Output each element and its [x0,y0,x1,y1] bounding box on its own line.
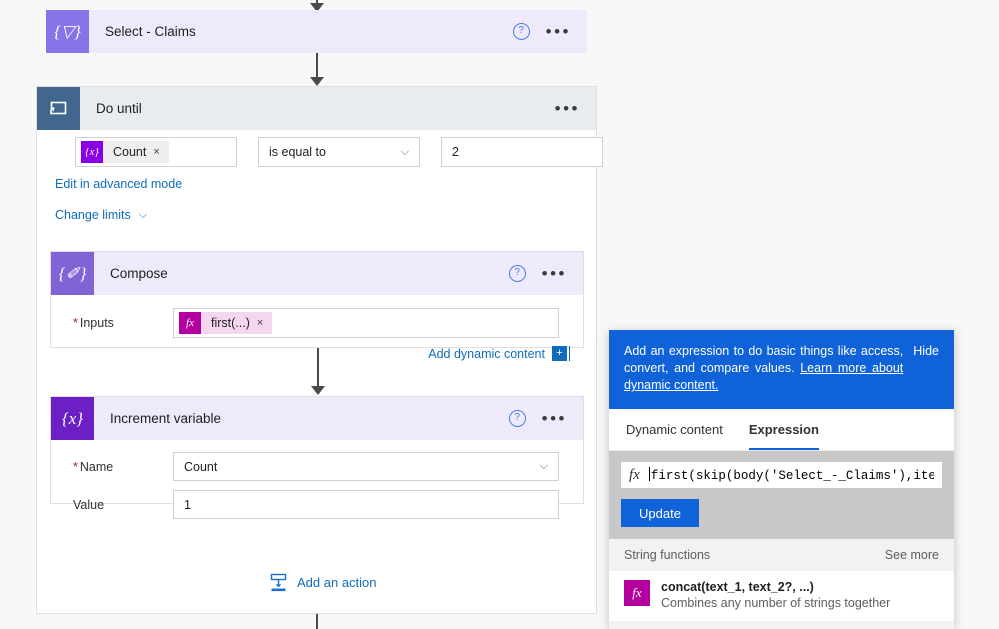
condition-value-input[interactable]: 2 [441,137,603,167]
header-actions: ? ••• [512,23,587,40]
panel-tabs: Dynamic content Expression [609,409,954,451]
hide-banner-button[interactable]: Hide [913,343,939,360]
more-options-icon[interactable]: ••• [542,410,567,427]
action-card-header: {▽} Select - Claims ? ••• [46,10,587,53]
add-an-action-button[interactable]: Add an action [269,573,377,592]
change-limits-toggle[interactable]: Change limits ⌵ [55,208,147,222]
change-limits-label: Change limits [55,208,131,222]
compose-title: Compose [110,266,168,281]
expression-panel: Add an expression to do basic things lik… [609,330,954,629]
connector-line-compose-to-increment [317,348,319,388]
help-icon[interactable]: ? [508,265,526,282]
loop-icon [37,87,80,130]
compose-inputs-row: Inputs fx first(...) × [51,308,583,338]
connector-line-select-to-dountil [316,53,318,79]
condition-value-text: 2 [452,145,459,159]
more-options-icon[interactable]: ••• [542,265,567,282]
chevron-down-icon: ⌵ [400,145,409,158]
condition-operator-value: is equal to [269,145,326,159]
add-dynamic-content-label: Add dynamic content [428,346,545,361]
increment-title: Increment variable [110,411,222,426]
text-caret [648,467,650,481]
expression-input-text: first(skip(body('Select_-_Claims'),itera… [648,467,934,483]
expression-input[interactable]: fx first(skip(body('Select_-_Claims'),it… [621,462,942,488]
see-more-link[interactable]: See more [885,548,939,562]
add-dynamic-content-link[interactable]: Add dynamic content + [51,346,570,361]
variable-icon: {x} [51,397,94,440]
remove-token-icon[interactable]: × [257,317,263,329]
chevron-down-icon: ⌵ [539,460,548,472]
do-until-title: Do until [96,101,142,116]
function-description: Combines any number of strings together [661,596,891,610]
condition-token-field[interactable]: {x} Count × [75,137,237,167]
connector-line-bottom [316,614,318,629]
action-card-increment-variable[interactable]: {x} Increment variable ? ••• Name Count … [50,396,584,519]
function-group-collection: Collection See more [609,621,954,629]
update-button[interactable]: Update [621,499,699,527]
more-options-icon[interactable]: ••• [546,23,571,40]
variable-token-body: Count × [103,141,169,163]
do-until-header: Do until ••• [37,87,596,130]
add-action-icon [270,573,287,592]
compose-pencil-icon: {✐} [51,252,94,295]
flow-designer-canvas: {▽} Select - Claims ? ••• Do until ••• {… [0,0,999,629]
action-card-select-claims[interactable]: {▽} Select - Claims ? ••• [46,10,587,53]
connector-arrow-increment [311,386,325,395]
more-options-icon[interactable]: ••• [555,100,580,117]
expression-token-body: first(...) × [201,312,273,334]
expression-token-label: first(...) [211,316,250,330]
do-until-header-actions: ••• [555,100,596,117]
increment-name-value: Count [184,459,218,474]
do-until-condition-row: {x} Count × is equal to ⌵ 2 [75,137,603,167]
fx-icon: fx [179,312,201,334]
increment-value-input[interactable]: 1 [173,490,559,519]
increment-name-label: Name [73,460,173,474]
expression-value: first(skip(body('Select_-_Claims'),itera… [650,469,934,483]
add-an-action-label: Add an action [297,575,377,590]
increment-value-text: 1 [184,497,191,512]
select-filter-icon: {▽} [46,10,89,53]
variable-token-chip[interactable]: {x} Count × [81,141,169,163]
compose-header-actions: ? ••• [508,265,583,282]
increment-name-dropdown[interactable]: Count ⌵ [173,452,559,481]
compose-inputs-field[interactable]: fx first(...) × [173,308,559,338]
panel-banner-text: Add an expression to do basic things lik… [624,343,903,394]
variable-icon: {x} [81,141,103,163]
help-icon[interactable]: ? [512,23,530,40]
function-signature: concat(text_1, text_2?, ...) [661,580,814,594]
expression-editor-area: fx first(skip(body('Select_-_Claims'),it… [609,451,954,539]
increment-value-label: Value [73,497,105,512]
action-card-compose[interactable]: {✐} Compose ? ••• Inputs fx first(...) × [50,251,584,361]
tab-expression[interactable]: Expression [748,409,819,450]
increment-header-actions: ? ••• [508,410,583,427]
function-group-name: String functions [624,548,711,562]
function-group-string: String functions See more fx concat(text… [609,539,954,621]
action-title: Select - Claims [105,24,196,39]
tab-dynamic-content[interactable]: Dynamic content [626,409,723,450]
increment-name-row: Name Count ⌵ [51,452,583,481]
compose-inputs-label: Inputs [73,316,173,330]
function-group-header: Collection See more [609,621,954,629]
increment-value-row: Value 1 [51,490,583,519]
condition-operator-dropdown[interactable]: is equal to ⌵ [258,137,420,167]
fx-icon: fx [629,466,640,483]
action-card-do-until[interactable]: Do until ••• {x} Count × is equal to ⌵ 2… [36,86,603,614]
help-icon[interactable]: ? [508,410,526,427]
panel-info-banner: Add an expression to do basic things lik… [609,330,954,409]
fx-icon: fx [624,580,650,606]
edit-in-advanced-mode-link[interactable]: Edit in advanced mode [55,177,182,191]
compose-header: {✐} Compose ? ••• [51,252,583,295]
function-list-item[interactable]: fx concat(text_1, text_2?, ...) Combines… [609,571,954,621]
variable-token-label: Count [113,145,147,159]
function-group-header: String functions See more [609,539,954,571]
remove-token-icon[interactable]: × [153,146,159,158]
add-dynamic-content-icon: + [552,346,570,361]
chevron-down-icon: ⌵ [138,208,148,221]
function-item-text: concat(text_1, text_2?, ...) Combines an… [661,580,890,610]
connector-arrow-dountil [310,77,324,86]
increment-header: {x} Increment variable ? ••• [51,397,583,440]
expression-token-chip[interactable]: fx first(...) × [179,312,273,334]
